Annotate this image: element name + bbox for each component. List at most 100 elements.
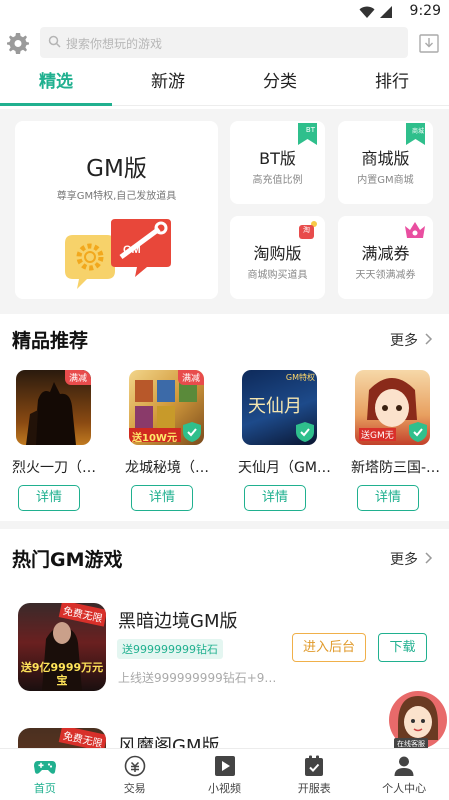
discount-tag: 满减 <box>64 370 91 385</box>
calendar-icon <box>305 755 324 776</box>
nav-home[interactable]: 首页 <box>0 749 90 800</box>
game-name: 天仙月（GM… <box>238 460 331 476</box>
search-input[interactable]: 搜索你想玩的游戏 <box>40 27 408 58</box>
top-tabs: 精选 新游 分类 排行 <box>0 62 449 106</box>
gm-version-card[interactable]: GM版 尊享GM特权,自己发放道具 GM <box>15 121 218 299</box>
download-manager-icon[interactable] <box>419 33 439 53</box>
crown-icon <box>405 222 425 238</box>
game-thumbnail: 免费无限 送9亿9999万元宝 <box>18 603 106 691</box>
game-name: 龙城秘境（… <box>125 460 209 476</box>
thumb-promo-text: 送GM无 <box>359 428 396 441</box>
tab-label: 排行 <box>375 72 409 92</box>
taobao-version-card[interactable]: 淘 淘购版 商城购买道具 <box>230 216 325 299</box>
recommended-game-card[interactable]: 满减 烈火一刀（… 详情 <box>6 370 100 516</box>
tab-label: 精选 <box>39 72 73 92</box>
more-label: 更多 <box>390 333 418 349</box>
hot-game-row[interactable]: 免费无限 送9亿9999万元宝 黑暗边境GM版 送999999999钻石 上线送… <box>0 603 449 713</box>
status-bar: 9:29 <box>0 0 449 24</box>
status-icons <box>359 5 393 19</box>
gear-icon[interactable] <box>6 31 30 55</box>
battery-icon <box>380 6 392 18</box>
nav-label: 开服表 <box>297 782 331 795</box>
status-time: 9:29 <box>409 3 441 19</box>
game-name: 新塔防三国-… <box>351 460 441 476</box>
card-title: GM版 <box>86 156 147 182</box>
game-thumbnail: 满减 <box>16 370 91 445</box>
details-button[interactable]: 详情 <box>244 485 306 511</box>
details-button[interactable]: 详情 <box>131 485 193 511</box>
nav-trade[interactable]: 交易 <box>90 749 180 800</box>
card-title: 商城版 <box>361 149 410 168</box>
trade-icon <box>124 755 146 777</box>
game-description: 上线送999999999钻石+9… <box>118 671 277 685</box>
card-subtitle: 高充值比例 <box>252 175 303 186</box>
user-icon <box>394 756 414 776</box>
verified-shield-icon <box>296 422 314 442</box>
nav-profile[interactable]: 个人中心 <box>359 749 449 800</box>
recommended-more-link[interactable]: 更多 <box>390 330 433 350</box>
card-subtitle: 尊享GM特权,自己发放道具 <box>56 191 177 202</box>
verified-shield-icon <box>183 422 201 442</box>
game-name: 黑暗边境GM版 <box>118 611 238 632</box>
card-title: 淘购版 <box>253 244 302 263</box>
bt-flag-text: BT <box>305 126 315 134</box>
enter-backend-button[interactable]: 进入后台 <box>292 633 366 662</box>
details-button[interactable]: 详情 <box>18 485 80 511</box>
nav-label: 小视频 <box>207 782 241 795</box>
hot-gm-section-title: 热门GM游戏 <box>12 549 123 571</box>
coupon-card[interactable]: 满减券 天天领满减券 <box>338 216 433 299</box>
card-subtitle: 商城购买道具 <box>247 270 308 281</box>
tab-featured[interactable]: 精选 <box>0 62 112 106</box>
verified-shield-icon <box>409 422 427 442</box>
feature-cards: GM版 尊享GM特权,自己发放道具 GM BT BT版 高充值比例 商城 商城版… <box>0 109 449 314</box>
tab-label: 分类 <box>263 72 297 92</box>
nav-server-schedule[interactable]: 开服表 <box>269 749 359 800</box>
card-subtitle: 天天领满减券 <box>355 270 416 281</box>
nav-video[interactable]: 小视频 <box>180 749 270 800</box>
details-button[interactable]: 详情 <box>357 485 419 511</box>
more-label: 更多 <box>390 552 418 568</box>
game-thumbnail: 送GM无 <box>355 370 430 445</box>
taobao-flag-text: 淘 <box>303 226 310 234</box>
chevron-right-icon <box>425 333 433 345</box>
gm-logo-text: GM <box>123 244 141 256</box>
store-version-card[interactable]: 商城 商城版 内置GM商城 <box>338 121 433 204</box>
download-button[interactable]: 下载 <box>378 633 427 662</box>
thumb-title-text: 天仙月 <box>248 396 302 417</box>
tab-indicator <box>0 103 112 106</box>
bottom-nav: 首页 交易 小视频 开服表 个人中心 <box>0 748 449 800</box>
chevron-right-icon <box>425 552 433 564</box>
thumb-promo-text: 送10W元 <box>132 433 177 444</box>
game-name: 烈火一刀（… <box>12 460 96 476</box>
recommended-game-card[interactable]: 天仙月 GM特权 天仙月（GM… 详情 <box>232 370 331 516</box>
search-icon <box>48 35 61 48</box>
game-thumbnail: 天仙月 GM特权 <box>242 370 317 445</box>
video-icon <box>214 756 235 776</box>
gift-badge: 送999999999钻石 <box>117 639 223 659</box>
tab-new-games[interactable]: 新游 <box>112 62 224 105</box>
top-bar: 搜索你想玩的游戏 <box>0 26 449 60</box>
recommended-section-title: 精品推荐 <box>12 330 89 352</box>
nav-label: 首页 <box>33 782 56 795</box>
recommended-game-card[interactable]: 送10W元 满减 龙城秘境（… 详情 <box>119 370 213 516</box>
wifi-icon <box>359 6 375 18</box>
gamepad-icon <box>34 761 56 774</box>
section-divider <box>0 521 449 529</box>
tab-categories[interactable]: 分类 <box>224 62 336 105</box>
nav-label: 个人中心 <box>382 782 427 795</box>
search-placeholder: 搜索你想玩的游戏 <box>66 37 163 51</box>
gm-tools-icon: GM <box>65 219 171 289</box>
tab-label: 新游 <box>151 72 185 92</box>
tab-ranking[interactable]: 排行 <box>336 62 448 105</box>
discount-tag: 满减 <box>177 370 204 385</box>
recommended-game-card[interactable]: 送GM无 新塔防三国-… 详情 <box>345 370 440 516</box>
thumb-corner-text: GM特权 <box>285 373 315 382</box>
bt-version-card[interactable]: BT BT版 高充值比例 <box>230 121 325 204</box>
customer-service-button[interactable]: 在线客服 <box>388 690 449 752</box>
hot-gm-more-link[interactable]: 更多 <box>390 549 433 569</box>
card-title: BT版 <box>259 149 296 168</box>
thumb-bottom-text: 送9亿9999万元宝 <box>20 661 104 687</box>
game-thumbnail: 送10W元 满减 <box>129 370 204 445</box>
nav-label: 交易 <box>123 782 146 795</box>
store-flag-text: 商城 <box>411 128 424 135</box>
